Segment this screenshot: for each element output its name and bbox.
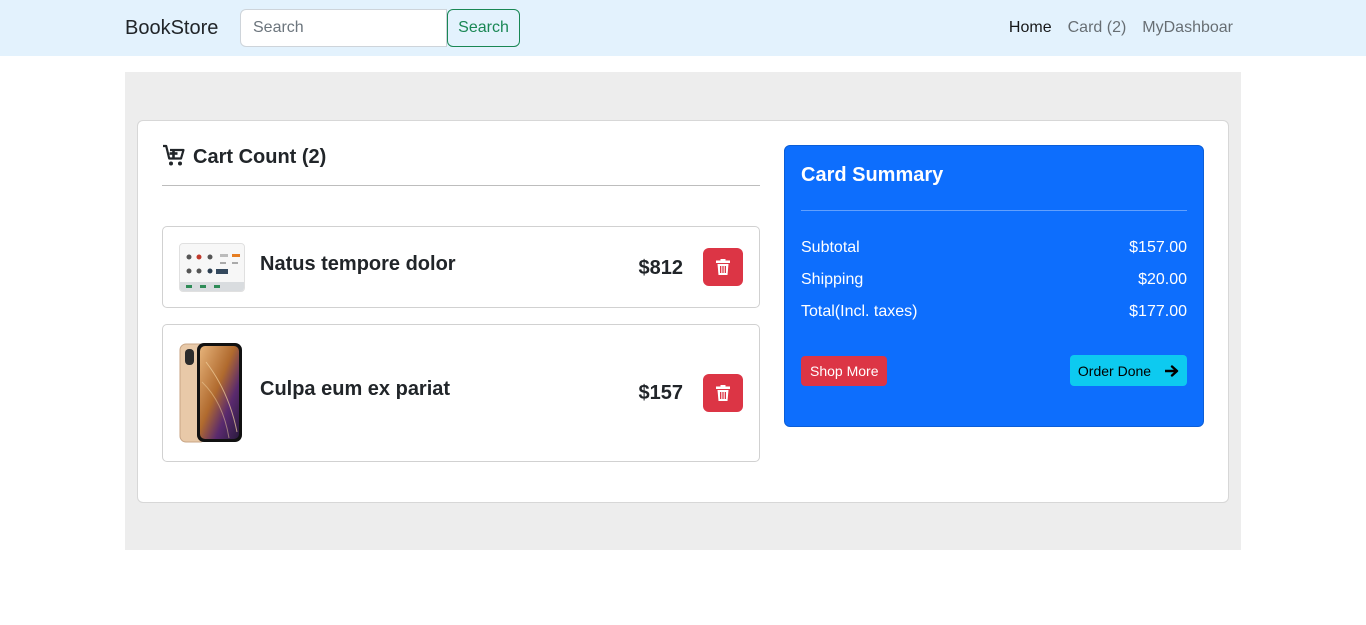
summary-row-shipping: Shipping $20.00: [801, 271, 1187, 289]
trash-icon: [716, 385, 730, 401]
product-thumbnail: [179, 243, 245, 292]
smartphone-image: [179, 342, 243, 444]
summary-label: Total(Incl. taxes): [801, 303, 918, 320]
nav-link-dashboard[interactable]: MyDashboar: [1142, 18, 1233, 38]
search-input[interactable]: [240, 9, 447, 47]
summary-label: Shipping: [801, 271, 864, 288]
nav-link-card[interactable]: Card (2): [1068, 18, 1127, 38]
headphones-catalog-image: [180, 244, 244, 291]
top-navbar: BookStore Search Home Card (2) MyDashboa…: [0, 0, 1366, 56]
cart-plus-icon: [163, 144, 185, 166]
item-name: Natus tempore dolor: [260, 253, 456, 275]
cart-item: Natus tempore dolor $812: [162, 226, 760, 308]
cart-header: Cart Count (2): [162, 143, 760, 186]
search-button[interactable]: Search: [447, 9, 520, 47]
summary-row-total: Total(Incl. taxes) $177.00: [801, 303, 1187, 321]
delete-item-button[interactable]: [703, 374, 743, 412]
item-name: Culpa eum ex pariat: [260, 378, 451, 400]
summary-value: $157.00: [1129, 239, 1187, 256]
summary-label: Subtotal: [801, 239, 860, 256]
nav-link-home[interactable]: Home: [1009, 18, 1052, 38]
item-price: $157: [638, 382, 684, 404]
shop-more-button[interactable]: Shop More: [801, 356, 888, 386]
card-summary-panel: Card Summary Subtotal $157.00 Shipping $…: [784, 145, 1204, 427]
item-price: $812: [638, 257, 684, 279]
summary-value: $20.00: [1138, 271, 1187, 288]
order-done-label: Order Done: [1077, 362, 1152, 379]
arrow-right-icon: [1165, 364, 1179, 377]
cart-item: Culpa eum ex pariat $157: [162, 324, 760, 462]
summary-title: Card Summary: [801, 164, 944, 186]
summary-divider: [801, 210, 1187, 211]
delete-item-button[interactable]: [703, 248, 743, 286]
trash-icon: [716, 259, 730, 275]
nav-links: Home Card (2) MyDashboar: [1009, 18, 1233, 38]
order-done-button[interactable]: Order Done: [1070, 355, 1187, 386]
summary-value: $177.00: [1129, 303, 1187, 320]
product-thumbnail: [179, 342, 243, 444]
cart-count-title: Cart Count (2): [193, 146, 327, 168]
summary-row-subtotal: Subtotal $157.00: [801, 239, 1187, 257]
brand-logo[interactable]: BookStore: [125, 16, 218, 40]
